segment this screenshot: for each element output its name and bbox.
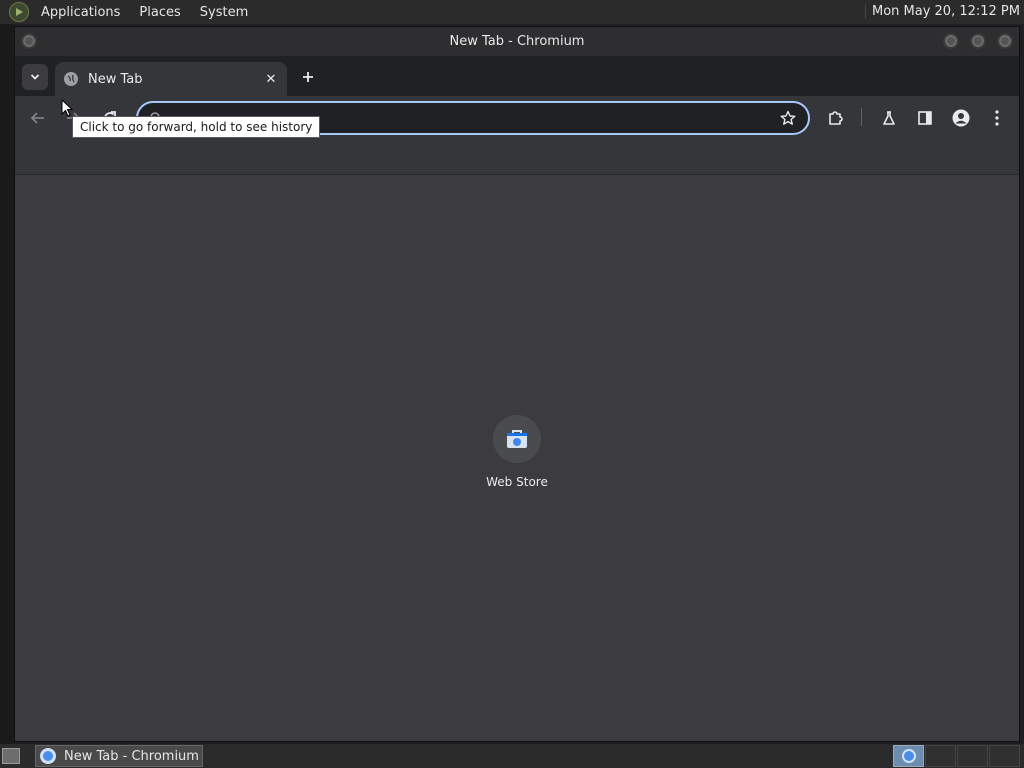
chromium-icon xyxy=(40,748,56,764)
globe-icon xyxy=(64,72,78,86)
minimize-button[interactable] xyxy=(943,33,959,49)
tab-new-tab[interactable]: New Tab ✕ xyxy=(55,62,287,96)
applications-menu[interactable]: Applications xyxy=(34,5,127,20)
side-panel-button[interactable] xyxy=(913,106,937,130)
places-menu[interactable]: Places xyxy=(132,5,187,20)
window-title: New Tab - Chromium xyxy=(449,34,585,49)
show-desktop-icon[interactable] xyxy=(2,748,20,764)
workspace-1[interactable] xyxy=(893,745,924,767)
web-store-icon xyxy=(493,415,541,463)
workspace-4[interactable] xyxy=(989,745,1020,767)
panel-clock[interactable]: Mon May 20, 12:12 PM xyxy=(864,4,1020,19)
workspace-3[interactable] xyxy=(957,745,988,767)
side-panel-icon xyxy=(918,111,932,125)
puzzle-icon xyxy=(829,111,843,125)
maximize-button[interactable] xyxy=(970,33,986,49)
plus-icon xyxy=(303,72,313,82)
flask-icon xyxy=(883,111,895,125)
taskbar-item-label: New Tab - Chromium xyxy=(64,748,199,764)
system-menu[interactable]: System xyxy=(193,5,255,20)
close-tab-icon[interactable]: ✕ xyxy=(263,71,279,87)
tab-search-button[interactable] xyxy=(22,64,48,90)
close-window-button[interactable] xyxy=(997,33,1013,49)
bookmarks-bar xyxy=(15,140,1019,175)
taskbar-item-chromium[interactable]: New Tab - Chromium xyxy=(35,745,203,767)
window-titlebar[interactable]: New Tab - Chromium xyxy=(15,27,1019,56)
new-tab-page: Web Store xyxy=(15,176,1019,741)
profile-button[interactable] xyxy=(949,106,973,130)
arrow-left-icon xyxy=(30,112,44,124)
shortcut-label: Web Store xyxy=(486,475,548,489)
desktop-edge xyxy=(0,24,14,744)
back-button[interactable] xyxy=(26,106,50,130)
bottom-panel: New Tab - Chromium xyxy=(0,744,1024,768)
chrome-labs-button[interactable] xyxy=(877,106,901,130)
top-panel: Applications Places System Mon May 20, 1… xyxy=(0,0,1024,24)
extensions-button[interactable] xyxy=(824,106,848,130)
avatar-icon xyxy=(952,109,970,127)
window-menu-button[interactable] xyxy=(21,33,37,49)
chromium-mini-icon xyxy=(902,749,916,763)
tab-title: New Tab xyxy=(88,71,143,87)
distro-logo-icon[interactable] xyxy=(9,2,29,22)
shortcut-web-store[interactable]: Web Store xyxy=(473,415,561,489)
bookmark-star-icon[interactable] xyxy=(778,108,798,128)
menu-button[interactable] xyxy=(985,106,1009,130)
kebab-menu-icon xyxy=(995,110,999,126)
new-tab-button[interactable] xyxy=(297,66,319,88)
tab-strip: New Tab ✕ xyxy=(15,56,1019,96)
toolbar-separator xyxy=(861,108,862,126)
workspace-2[interactable] xyxy=(925,745,956,767)
chevron-down-icon xyxy=(30,74,40,80)
mouse-cursor-icon xyxy=(61,99,73,117)
forward-button-tooltip: Click to go forward, hold to see history xyxy=(72,116,321,138)
